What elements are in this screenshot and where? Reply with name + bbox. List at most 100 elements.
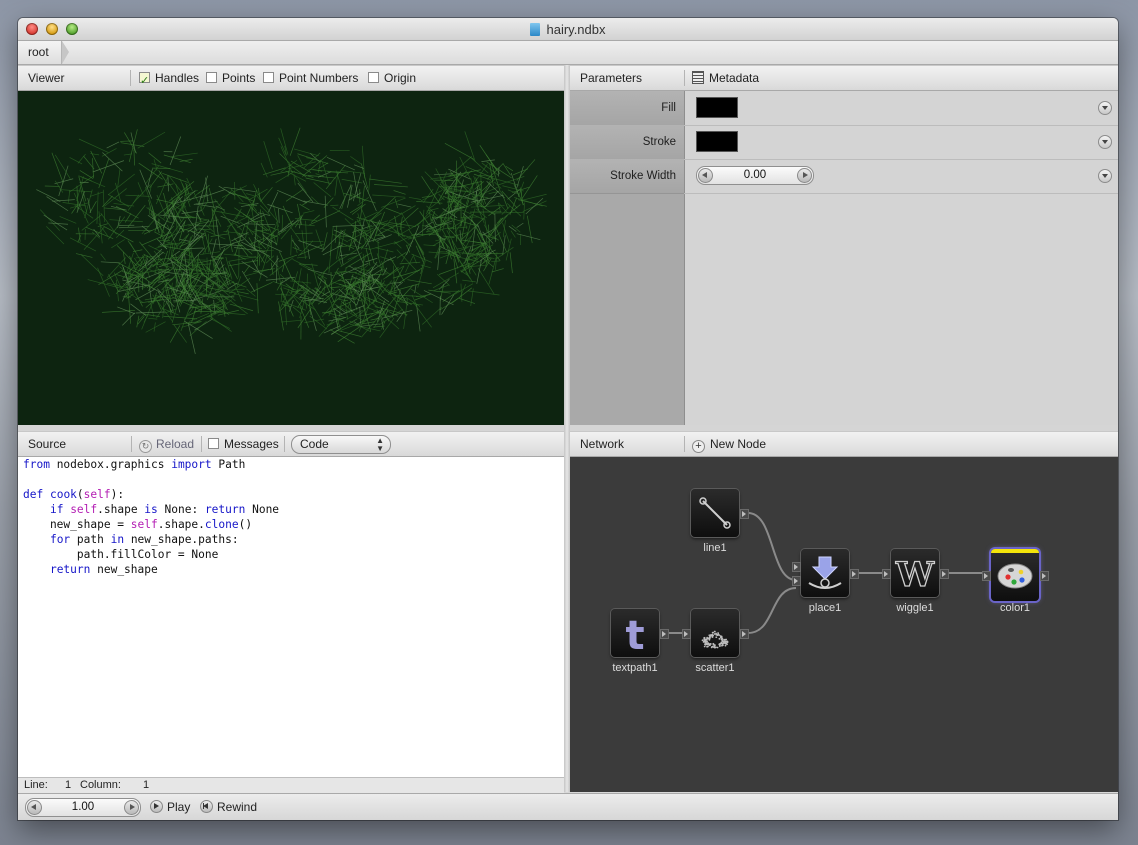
metadata-button[interactable]: Metadata [692, 66, 759, 90]
code-line: from nodebox.graphics import Path [23, 458, 246, 471]
scatter-icon [701, 630, 729, 649]
input-port[interactable] [982, 571, 991, 581]
fill-color-swatch[interactable] [696, 97, 738, 118]
code-line: for path in new_shape.paths: [49, 533, 239, 546]
output-port[interactable] [850, 569, 859, 579]
place-icon [808, 556, 842, 589]
input-port[interactable] [792, 576, 801, 586]
origin-checkbox[interactable] [368, 72, 379, 83]
reload-icon: ↻ [139, 440, 152, 453]
output-port[interactable] [740, 629, 749, 639]
input-port[interactable] [792, 562, 801, 572]
line-label: Line: [24, 779, 48, 791]
handles-checkbox[interactable] [139, 69, 150, 93]
network-canvas[interactable]: line1 place1 W wiggle1 color1 t textpath… [570, 457, 1118, 792]
network-header: Network + New Node [570, 431, 1118, 457]
node-line1[interactable] [691, 489, 749, 537]
viewer-canvas[interactable] [18, 91, 564, 425]
plus-icon: + [692, 440, 705, 453]
node-place1[interactable] [792, 549, 859, 597]
textpath-icon: t [625, 613, 644, 659]
svg-text:W: W [895, 555, 935, 595]
stroke-width-menu-icon[interactable] [1098, 169, 1112, 183]
points-checkbox[interactable] [206, 72, 217, 83]
new-node-button[interactable]: + New Node [692, 432, 766, 456]
header-divider [284, 436, 285, 452]
fill-menu-icon[interactable] [1098, 101, 1112, 115]
node-wiggle1[interactable]: W [882, 549, 949, 597]
document-icon [530, 23, 541, 36]
code-line: path.fillColor = None [23, 548, 219, 561]
output-port[interactable] [740, 509, 749, 519]
node-color1[interactable] [982, 549, 1049, 601]
editor-status-bar: Line: 1 Column: 1 [18, 777, 564, 793]
point-numbers-checkbox[interactable] [263, 72, 274, 83]
stroke-menu-icon[interactable] [1098, 135, 1112, 149]
messages-toggle[interactable]: Messages [208, 432, 279, 456]
node-label-textpath1: textpath1 [612, 662, 658, 674]
node-label-line1: line1 [703, 542, 727, 554]
header-divider [684, 70, 685, 86]
increment-icon[interactable] [797, 168, 812, 183]
source-mode-select[interactable]: Code ▲ ▼ [291, 435, 391, 454]
network-title: Network [580, 437, 625, 451]
parameters-title: Parameters [580, 71, 643, 85]
select-updown-icon: ▲ ▼ [376, 436, 384, 453]
frame-decrement-icon[interactable] [27, 800, 42, 815]
title-bar: hairy.ndbx [18, 18, 1118, 41]
frame-stepper[interactable]: 1.00 [25, 798, 141, 817]
handles-label: Handles [155, 71, 200, 85]
fill-label: Fill [570, 91, 684, 126]
breadcrumb-separator-icon [62, 41, 69, 64]
header-divider [130, 70, 131, 86]
reload-button[interactable]: ↻ Reload [139, 432, 194, 456]
node-textpath1[interactable]: t [611, 609, 669, 659]
messages-checkbox[interactable] [208, 438, 219, 449]
stroke-color-swatch[interactable] [696, 131, 738, 152]
stroke-width-value[interactable]: 0.00 [717, 167, 793, 184]
play-button[interactable]: Play [150, 800, 190, 814]
code-line: if self.shape is None: return None [49, 503, 280, 516]
column-number: 1 [143, 779, 150, 791]
play-label: Play [167, 800, 191, 814]
header-divider [201, 436, 202, 452]
reload-label: Reload [156, 437, 195, 451]
frame-value[interactable]: 1.00 [46, 799, 120, 816]
points-label: Points [222, 71, 256, 85]
line-icon [699, 497, 731, 529]
messages-label: Messages [224, 437, 279, 451]
point-numbers-toggle[interactable]: Point Numbers [263, 66, 358, 90]
input-port[interactable] [882, 569, 891, 579]
origin-label: Origin [384, 71, 417, 85]
handles-toggle[interactable]: Handles [139, 66, 200, 93]
decrement-icon[interactable] [698, 168, 713, 183]
stroke-width-stepper[interactable]: 0.00 [696, 166, 814, 185]
hairy-text-render [36, 127, 547, 354]
node-label-wiggle1: wiggle1 [896, 602, 934, 614]
header-divider [131, 436, 132, 452]
code-editor[interactable]: from nodebox.graphics import Path def co… [18, 457, 564, 777]
output-port[interactable] [1040, 571, 1049, 581]
stroke-label: Stroke [570, 125, 684, 160]
window-title-area: hairy.ndbx [18, 22, 1118, 37]
palette-icon [997, 563, 1033, 589]
node-label-color1: color1 [1000, 602, 1030, 614]
node-scatter1[interactable] [682, 609, 749, 657]
rewind-button[interactable]: Rewind [200, 800, 257, 814]
param-row-fill: Fill [570, 91, 1118, 126]
source-header: Source ↻ Reload Messages Code ▲ ▼ [18, 431, 564, 457]
points-toggle[interactable]: Points [206, 66, 255, 90]
breadcrumb-root[interactable]: root [18, 41, 62, 64]
metadata-icon [692, 71, 704, 84]
frame-increment-icon[interactable] [124, 800, 139, 815]
metadata-label: Metadata [709, 71, 760, 85]
output-port[interactable] [940, 569, 949, 579]
output-port[interactable] [660, 629, 669, 639]
input-port[interactable] [682, 629, 691, 639]
rewind-icon [200, 800, 213, 813]
code-line: def cook(self): [23, 488, 125, 501]
window-title: hairy.ndbx [546, 22, 606, 37]
param-row-stroke-width: Stroke Width 0.00 [570, 159, 1118, 194]
point-numbers-label: Point Numbers [279, 71, 359, 85]
origin-toggle[interactable]: Origin [368, 66, 416, 90]
